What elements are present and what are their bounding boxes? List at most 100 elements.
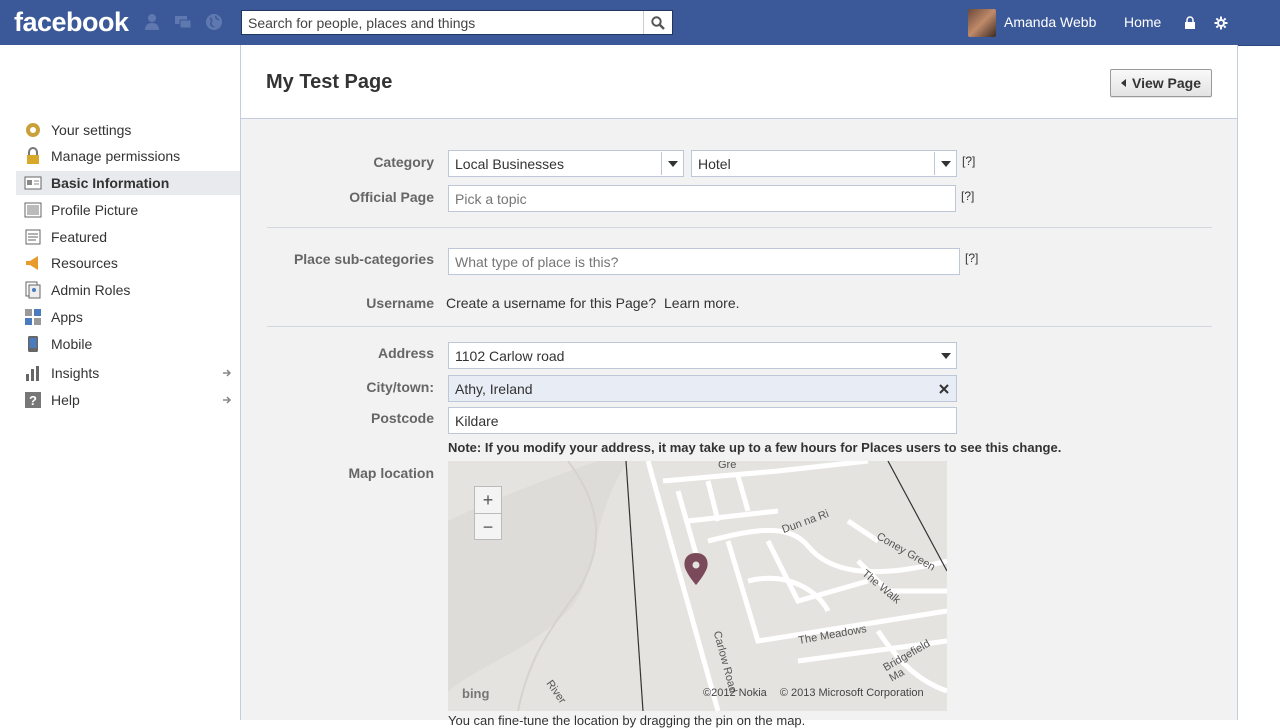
sidebar-item-resources[interactable]: Resources — [16, 251, 240, 275]
place-subcategories-help-link[interactable]: [?] — [965, 251, 978, 265]
arrow-right-icon — [223, 396, 232, 404]
address-value: 1102 Carlow road — [455, 347, 565, 364]
place-subcategories-input[interactable] — [448, 248, 960, 275]
address-label: Address — [377, 345, 434, 361]
search-bar — [241, 10, 673, 35]
arrow-right-icon — [223, 369, 232, 377]
sidebar-item-your-settings[interactable]: Your settings — [16, 118, 240, 142]
home-link[interactable]: Home — [1124, 14, 1161, 30]
map-instructions: You can fine-tune the location by draggi… — [448, 713, 806, 728]
messages-icon[interactable] — [174, 13, 192, 31]
official-page-label: Official Page — [349, 189, 434, 205]
map-location[interactable]: + − Dun na Ri Coney Green The Walk The M… — [448, 461, 947, 711]
sidebar-item-label: Featured — [51, 229, 108, 245]
search-input[interactable] — [242, 11, 654, 34]
top-bar: facebook Amanda Webb Home — [0, 0, 1280, 46]
section-divider — [267, 326, 1212, 327]
sidebar-item-label: Apps — [51, 309, 83, 325]
copyright-nokia: ©2012 Nokia — [703, 687, 767, 699]
subcategory-value: Hotel — [698, 155, 731, 172]
sidebar-item-featured[interactable]: Featured — [16, 225, 240, 249]
postcode-value: Kildare — [455, 412, 499, 429]
sidebar-item-label: Insights — [51, 365, 100, 381]
basic-information-panel: My Test Page View Page Category Local Bu… — [240, 45, 1238, 728]
user-avatar[interactable] — [968, 9, 996, 37]
official-page-input[interactable] — [448, 185, 956, 212]
lock-icon — [27, 147, 39, 164]
settings-sidebar: Your settings Manage permissions Basic I… — [0, 45, 240, 720]
megaphone-icon — [26, 256, 38, 270]
sidebar-item-mobile[interactable]: Mobile — [16, 332, 240, 356]
sidebar-item-label: Profile Picture — [51, 202, 139, 218]
sidebar-item-label: Help — [51, 392, 80, 408]
category-select[interactable]: Local Businesses — [448, 150, 684, 177]
official-page-help-link[interactable]: [?] — [961, 189, 974, 203]
subcategory-select[interactable]: Hotel — [691, 150, 957, 177]
page-header: My Test Page View Page — [241, 45, 1237, 119]
address-note: Note: If you modify your address, it may… — [448, 440, 1062, 455]
sidebar-item-label: Basic Information — [51, 175, 170, 191]
sidebar-item-label: Resources — [51, 255, 118, 271]
sidebar-item-apps[interactable]: Apps — [16, 305, 240, 329]
featured-icon — [25, 229, 41, 245]
zoom-out-icon[interactable]: − — [475, 514, 501, 540]
picture-icon — [24, 202, 42, 218]
map-location-label: Map location — [348, 465, 434, 481]
sidebar-item-label: Mobile — [51, 336, 93, 352]
arrow-left-icon — [1120, 79, 1126, 87]
map-zoom-controls: + − — [474, 486, 502, 540]
postcode-label: Postcode — [370, 410, 434, 426]
facebook-logo[interactable]: facebook — [14, 7, 129, 38]
search-icon — [651, 15, 665, 30]
city-value: Athy, Ireland — [455, 380, 533, 397]
sidebar-item-manage-permissions[interactable]: Manage permissions — [16, 144, 240, 168]
search-button[interactable] — [643, 11, 672, 34]
postcode-input[interactable]: Kildare — [448, 407, 957, 434]
clear-icon[interactable] — [938, 383, 950, 395]
username-prompt: Create a username for this Page? Learn m… — [446, 295, 740, 311]
zoom-in-icon[interactable]: + — [475, 487, 501, 514]
category-help-link[interactable]: [?] — [962, 154, 975, 168]
sidebar-item-label: Your settings — [51, 122, 132, 138]
insights-icon — [26, 366, 39, 381]
section-divider — [267, 227, 1212, 228]
view-page-button[interactable]: View Page — [1110, 69, 1212, 97]
apps-icon — [25, 309, 41, 325]
username-label: Username — [366, 295, 434, 311]
info-card-icon — [24, 176, 42, 190]
sidebar-item-label: Admin Roles — [51, 282, 131, 298]
copyright-microsoft: © 2013 Microsoft Corporation — [779, 687, 924, 699]
notifications-globe-icon[interactable] — [205, 13, 223, 31]
chevron-down-icon — [934, 152, 955, 175]
username-text: Create a username for this Page? — [446, 295, 657, 311]
sidebar-item-help[interactable]: ? Help — [16, 388, 240, 412]
city-input[interactable]: Athy, Ireland — [448, 375, 957, 402]
map-copyright: ©2012 Nokia © 2013 Microsoft Corporation — [703, 687, 924, 699]
view-page-label: View Page — [1131, 75, 1201, 91]
sidebar-item-basic-information[interactable]: Basic Information — [16, 171, 240, 195]
bing-logo: bing — [462, 686, 490, 701]
category-value: Local Businesses — [455, 155, 564, 172]
mobile-icon — [28, 336, 38, 352]
user-name-link[interactable]: Amanda Webb — [1004, 14, 1096, 30]
page-title: My Test Page — [266, 71, 393, 93]
address-input[interactable]: 1102 Carlow road — [448, 342, 957, 369]
gear-icon — [26, 123, 40, 137]
learn-more-link[interactable]: Learn more. — [664, 295, 739, 311]
gear-icon[interactable] — [1214, 16, 1228, 30]
chevron-down-icon — [661, 152, 682, 175]
help-icon: ? — [25, 392, 41, 408]
city-label: City/town: — [366, 379, 434, 395]
sidebar-item-label: Manage permissions — [51, 148, 181, 164]
sidebar-item-profile-picture[interactable]: Profile Picture — [16, 198, 240, 222]
admin-icon — [25, 281, 41, 299]
chevron-down-icon — [935, 344, 955, 367]
svg-text:?: ? — [29, 393, 37, 408]
street-label: Gre — [718, 461, 737, 471]
place-subcategories-label: Place sub-categories — [293, 251, 434, 267]
sidebar-item-admin-roles[interactable]: Admin Roles — [16, 278, 240, 302]
sidebar-item-insights[interactable]: Insights — [16, 361, 240, 385]
friend-requests-icon[interactable] — [143, 13, 161, 31]
privacy-lock-icon[interactable] — [1183, 16, 1197, 30]
category-label: Category — [373, 154, 434, 170]
